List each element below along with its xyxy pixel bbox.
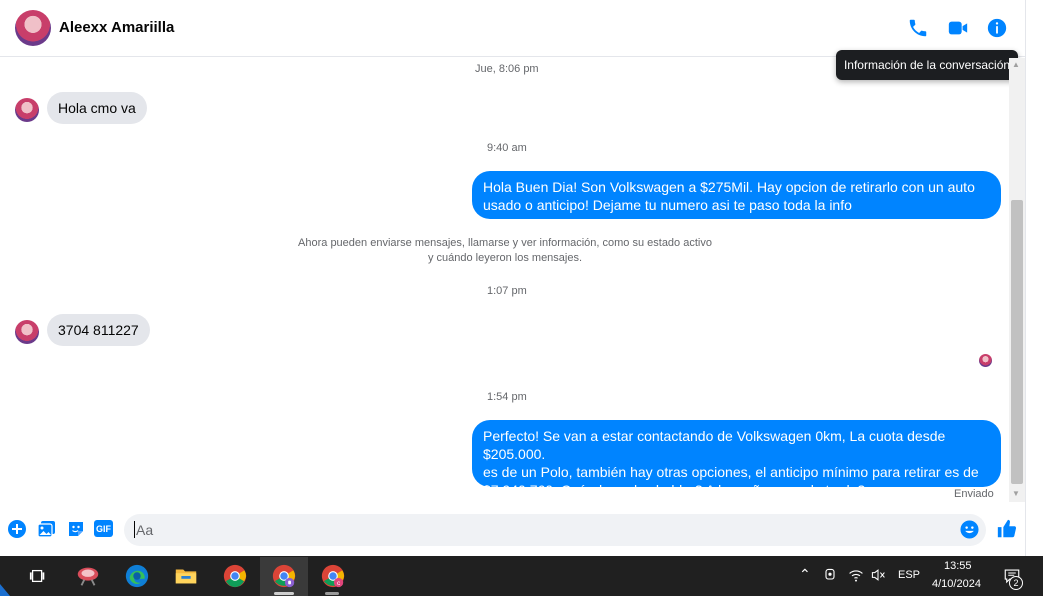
chat-header: Aleexx Amariilla [0,0,1025,57]
image-icon[interactable] [37,519,57,539]
message-line: es de un Polo, también hay otras opcione… [483,464,979,480]
phone-icon[interactable] [907,17,929,39]
message-line: Hola Buen Dia! Son Volkswagen a $275Mil.… [483,179,975,195]
edge-browser-icon[interactable] [123,562,151,590]
thumbs-up-icon[interactable] [996,518,1018,540]
file-explorer-icon[interactable] [172,562,200,590]
message-line: Perfecto! Se van a estar contactando de … [483,428,946,462]
scroll-down-arrow-icon[interactable]: ▼ [1012,489,1020,498]
system-notice-line: Ahora pueden enviarse mensajes, llamarse… [298,237,712,249]
incoming-message[interactable]: 3704 811227 [47,314,150,346]
message-line: $7.940.760. Cuándo podes hablar? A la ma… [483,482,866,498]
show-hidden-icons-chevron-icon[interactable]: ⌃ [799,566,811,583]
system-notice: Ahora pueden enviarse mensajes, llamarse… [290,236,720,266]
emoji-icon[interactable] [960,520,979,539]
contact-name[interactable]: Aleexx Amariilla [59,19,174,36]
outgoing-message[interactable]: Hola Buen Dia! Son Volkswagen a $275Mil.… [472,171,1001,219]
message-line: usado o anticipo! Dejame tu numero asi t… [483,197,852,213]
clock-date[interactable]: 4/10/2024 [932,578,981,590]
contact-avatar[interactable] [15,10,51,46]
video-camera-icon[interactable] [947,17,969,39]
system-notice-line: y cuándo leyeron los mensajes. [427,252,583,264]
running-indicator [325,592,339,595]
text-caret [134,521,135,538]
message-input[interactable] [124,514,986,546]
message-status: Enviado [954,488,994,500]
sticker-icon[interactable] [66,519,86,539]
window-edge [1025,0,1043,556]
chrome-icon[interactable] [221,562,249,590]
meeting-icon[interactable] [818,563,842,587]
timestamp: 1:07 pm [487,285,527,297]
gif-icon[interactable]: GIF [94,520,113,537]
timestamp: 9:40 am [487,142,527,154]
outgoing-message[interactable]: Perfecto! Se van a estar contactando de … [472,420,1001,498]
timestamp: 1:54 pm [487,391,527,403]
scroll-up-arrow-icon[interactable]: ▲ [1012,60,1020,69]
clock-time[interactable]: 13:55 [944,560,972,572]
volume-muted-icon[interactable] [866,563,890,587]
info-icon[interactable] [986,17,1008,39]
conversation-info-tooltip: Información de la conversación [836,50,1018,80]
scrollbar-thumb[interactable] [1011,200,1023,484]
task-view-icon[interactable] [24,562,52,590]
contact-avatar-small[interactable] [15,98,39,122]
timestamp: Jue, 8:06 pm [475,63,539,75]
wifi-icon[interactable] [844,563,868,587]
app-icon[interactable] [74,562,102,590]
chrome-profile-icon[interactable] [270,562,298,590]
plus-icon[interactable] [7,519,27,539]
incoming-message[interactable]: Hola cmo va [47,92,147,124]
language-indicator[interactable]: ESP [898,569,920,581]
seen-indicator-avatar [979,354,992,367]
notification-count-badge: 2 [1009,576,1023,590]
running-indicator [274,592,294,595]
chrome-profile-c-icon[interactable]: c [319,562,347,590]
contact-avatar-small[interactable] [15,320,39,344]
